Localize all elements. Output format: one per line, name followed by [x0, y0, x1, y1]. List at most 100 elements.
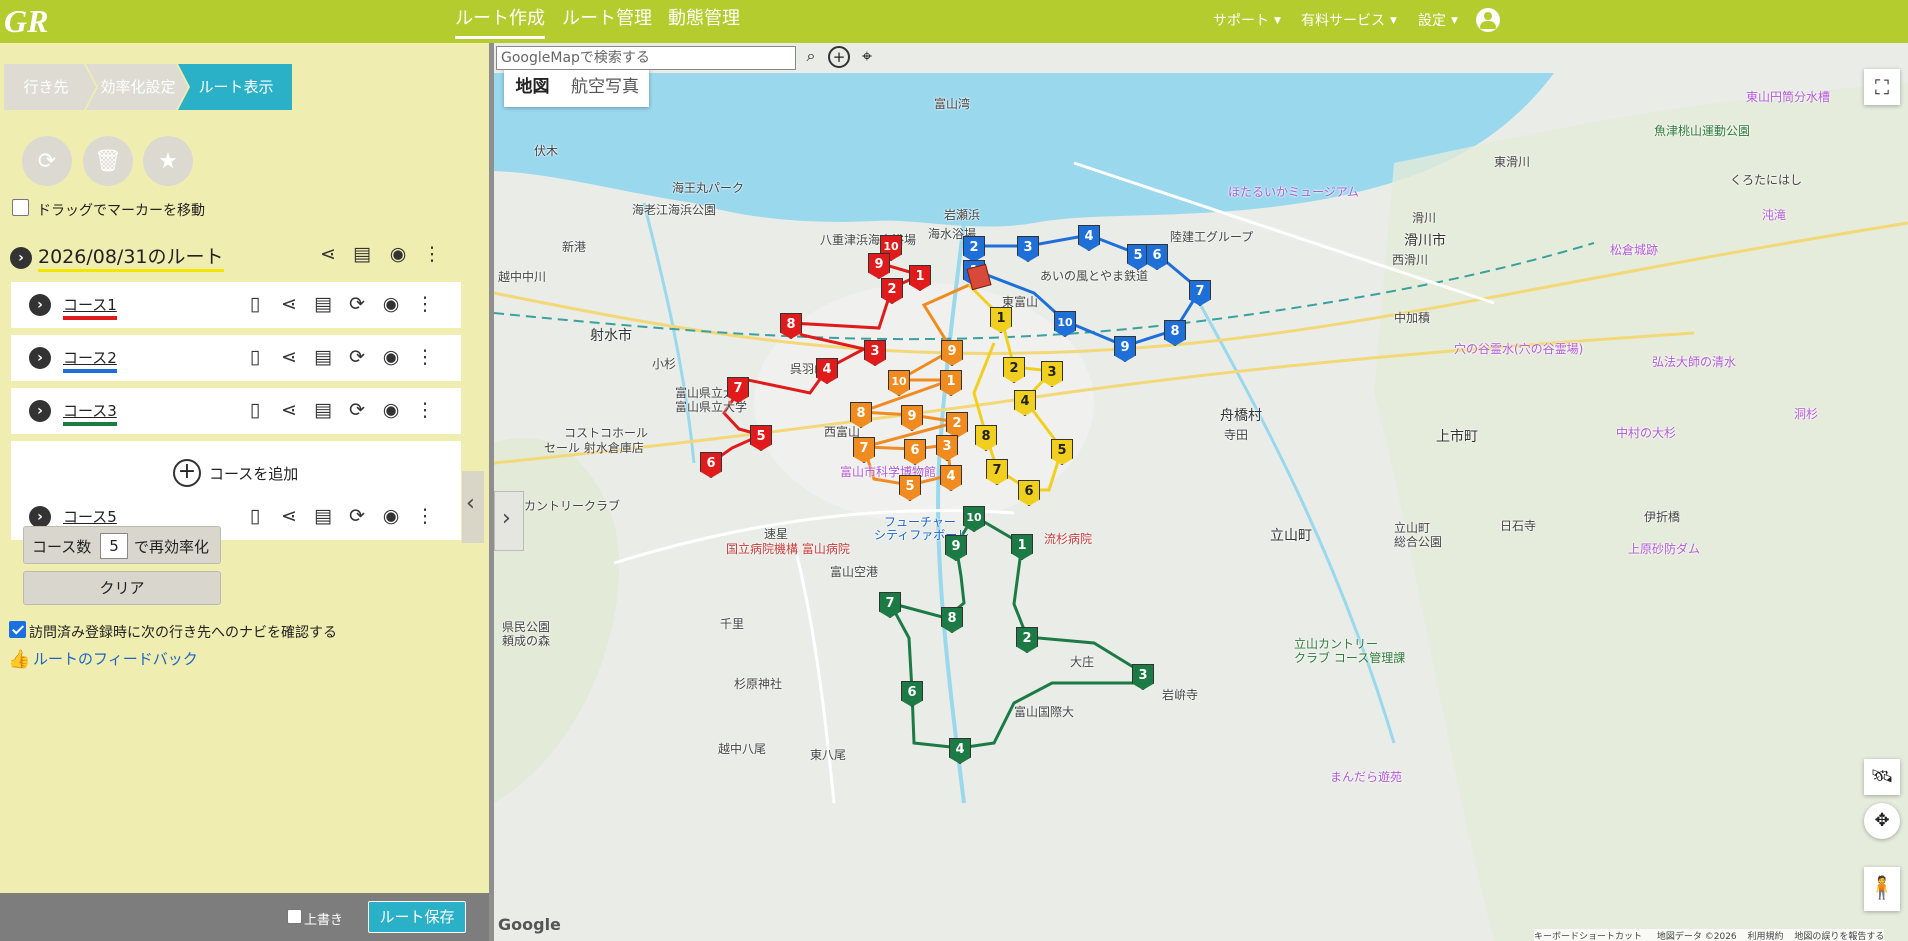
refresh-icon[interactable]: ⟳ [343, 502, 371, 530]
map-type-control: 地図 航空写真 [504, 67, 649, 107]
map-canvas [494, 73, 1908, 941]
expand-panel-button[interactable]: › [494, 491, 524, 551]
course-expand-icon[interactable]: › [29, 506, 51, 528]
pan-control-icon[interactable]: ✥ [1864, 803, 1900, 839]
satellite-icon[interactable]: 🛰 [1864, 759, 1900, 795]
map-type-map[interactable]: 地図 [504, 67, 561, 107]
overwrite-checkbox[interactable] [287, 909, 302, 924]
course-expand-icon[interactable]: › [29, 294, 51, 316]
map-label: 東八尾 [810, 748, 847, 762]
refresh-icon[interactable]: ⟳ [343, 290, 371, 318]
route-view-icon[interactable]: ◉ [384, 240, 412, 268]
print-icon[interactable]: ▤ [309, 502, 337, 530]
map-label: 弘法大師の清水 [1652, 355, 1737, 369]
mobile-icon[interactable]: ▯ [241, 502, 269, 530]
course-count-input[interactable]: 5 [100, 533, 128, 559]
course-row-1[interactable]: › コース1 ▯ ⋖ ▤ ⟳ ◉ ⋮ [11, 282, 461, 328]
map-label: ほたるいかミュージアム [1228, 185, 1359, 199]
user-avatar-icon[interactable] [1476, 8, 1500, 32]
course-row-2[interactable]: › コース2 ▯ ⋖ ▤ ⟳ ◉ ⋮ [11, 335, 461, 381]
feedback-link[interactable]: ルートのフィードバック [33, 648, 198, 669]
current-location-icon[interactable]: ⌖ [856, 46, 878, 68]
visibility-icon[interactable]: ◉ [377, 343, 405, 371]
course-color-bar [63, 422, 117, 426]
map-label: 富山空港 [830, 565, 879, 579]
map-search-input[interactable]: GoogleMapで検索する [496, 46, 796, 70]
print-icon[interactable]: ▤ [309, 290, 337, 318]
refresh-button[interactable]: ⟳ [22, 136, 72, 186]
map-label: クラブ コース管理課 [1294, 651, 1406, 665]
mobile-icon[interactable]: ▯ [241, 290, 269, 318]
course-name[interactable]: コース3 [63, 400, 117, 426]
fullscreen-icon[interactable]: ⛶ [1864, 69, 1900, 105]
map-type-satellite[interactable]: 航空写真 [561, 67, 649, 107]
mobile-icon[interactable]: ▯ [241, 396, 269, 424]
mobile-icon[interactable]: ▯ [241, 343, 269, 371]
map-label: 富山市科学博物館 [840, 465, 937, 479]
more-options-icon[interactable]: ⋮ [411, 343, 439, 371]
more-options-icon[interactable]: ⋮ [411, 396, 439, 424]
course-expand-icon[interactable]: › [29, 347, 51, 369]
route-more-icon[interactable]: ⋮ [418, 240, 446, 268]
save-route-button[interactable]: ルート保存 [368, 901, 466, 933]
share-icon[interactable]: ⋖ [275, 502, 303, 530]
reoptimize-button[interactable]: コース数 5 で再効率化 [23, 526, 221, 564]
map-label: 小杉 [652, 357, 677, 371]
refresh-icon[interactable]: ⟳ [343, 343, 371, 371]
breadcrumb-destinations[interactable]: 行き先 [6, 64, 86, 110]
map-label: 寺田 [1224, 428, 1249, 442]
tab-route-create[interactable]: ルート作成 [455, 7, 545, 39]
search-icon[interactable]: ⌕ [800, 46, 822, 70]
chevron-right-icon: › [502, 506, 511, 531]
more-options-icon[interactable]: ⋮ [411, 290, 439, 318]
breadcrumb-optimize-settings[interactable]: 効率化設定 [88, 64, 188, 110]
collapse-panel-button[interactable]: ‹ [462, 471, 484, 543]
menu-support[interactable]: サポート ▼ [1213, 10, 1281, 30]
tab-route-manage[interactable]: ルート管理 [562, 7, 652, 39]
menu-paid-service[interactable]: 有料サービス ▼ [1301, 10, 1397, 30]
delete-button[interactable]: 🗑 [83, 136, 133, 186]
chevron-left-icon: ‹ [466, 491, 475, 516]
route-expand-icon[interactable]: › [10, 247, 32, 269]
share-icon[interactable]: ⋖ [275, 396, 303, 424]
course-name[interactable]: コース2 [63, 347, 117, 373]
course-row-3[interactable]: › コース3 ▯ ⋖ ▤ ⟳ ◉ ⋮ [11, 388, 461, 434]
top-bar: GR ルート作成 ルート管理 動態管理 サポート ▼ 有料サービス ▼ 設定 ▼ [0, 0, 1908, 43]
visibility-icon[interactable]: ◉ [377, 502, 405, 530]
terms-link[interactable]: 利用規約 [1748, 932, 1784, 941]
share-icon[interactable]: ⋖ [275, 343, 303, 371]
map-label: 杉原神社 [734, 677, 783, 691]
clear-button[interactable]: クリア [23, 571, 221, 605]
share-icon[interactable]: ⋖ [275, 290, 303, 318]
visibility-icon[interactable]: ◉ [377, 396, 405, 424]
map-label: 海老江海浜公園 [632, 203, 717, 217]
keyboard-shortcuts-link[interactable]: キーボードショートカット [1534, 932, 1642, 941]
course-name[interactable]: コース1 [63, 294, 117, 320]
more-options-icon[interactable]: ⋮ [411, 502, 439, 530]
map-label: セール 射水倉庫店 [544, 441, 644, 455]
street-view-pegman-icon[interactable]: 🧍 [1864, 867, 1900, 911]
report-error-link[interactable]: 地図の誤りを報告する [1794, 932, 1884, 941]
map-label: くろたにはし [1730, 173, 1803, 187]
zoom-in-icon[interactable]: + [828, 46, 850, 68]
map-label: 滑川市 [1404, 233, 1446, 249]
route-print-icon[interactable]: ▤ [348, 240, 376, 268]
star-icon: ★ [158, 148, 178, 174]
map-label: 富山国際大 [1014, 705, 1075, 719]
nav-confirm-checkbox[interactable] [9, 621, 26, 638]
route-share-icon[interactable]: ⋖ [314, 240, 342, 268]
add-course-button[interactable]: + コースを追加 [11, 448, 461, 496]
gr-logo[interactable]: GR [2, 4, 74, 38]
print-icon[interactable]: ▤ [309, 343, 337, 371]
favorite-button[interactable]: ★ [143, 136, 193, 186]
map-view[interactable]: 富山湾 魚津桃山運動公園 東山円筒分水槽 東滑川 くろたにはし 海王丸パーク 海老江海浜公園… [494, 43, 1908, 941]
add-circle-icon: + [173, 459, 201, 487]
breadcrumb-route-display[interactable]: ルート表示 [182, 64, 290, 110]
course-expand-icon[interactable]: › [29, 400, 51, 422]
print-icon[interactable]: ▤ [309, 396, 337, 424]
visibility-icon[interactable]: ◉ [377, 290, 405, 318]
menu-settings[interactable]: 設定 ▼ [1418, 10, 1458, 30]
drag-marker-checkbox[interactable] [12, 199, 29, 216]
tab-dynamic-manage[interactable]: 動態管理 [668, 7, 740, 39]
refresh-icon[interactable]: ⟳ [343, 396, 371, 424]
